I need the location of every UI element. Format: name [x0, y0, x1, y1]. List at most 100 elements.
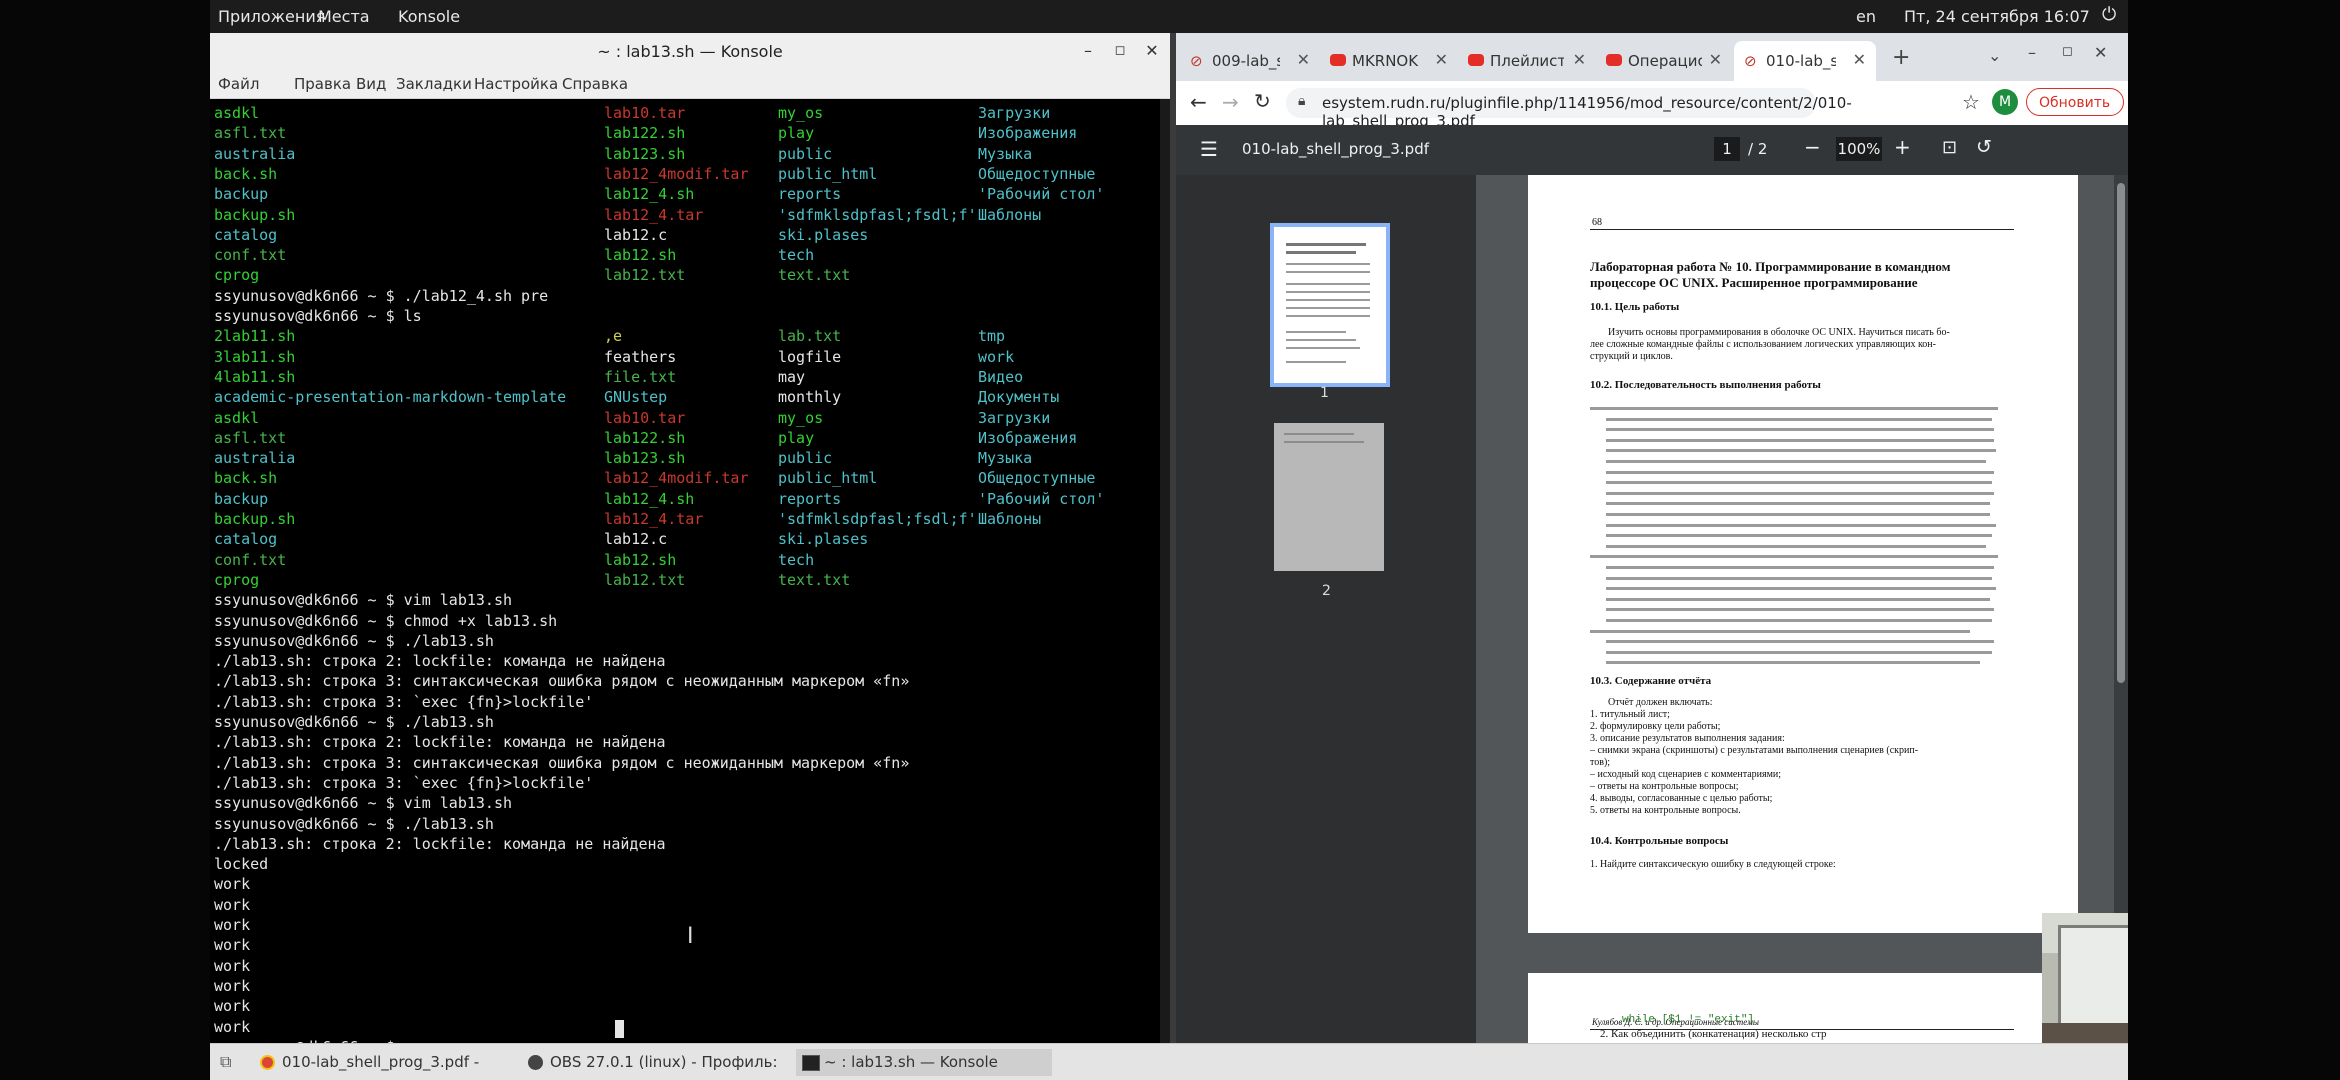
chrome-window: ⊘ 009-lab_sh ✕ MKRNOK - ✕ Плейлисты ✕ Оп… [1176, 33, 2128, 1073]
terminal-text: lab12.sh [604, 550, 677, 569]
tab-009-lab[interactable]: ⊘ 009-lab_sh ✕ [1180, 41, 1320, 81]
terminal-text: work [214, 956, 251, 975]
tab-search-icon[interactable]: ⌄ [1988, 46, 2001, 65]
thumbnail-page-1[interactable] [1270, 223, 1390, 387]
report-item: – исходный код сценариев с комментариями… [1590, 769, 1782, 780]
terminal-text: tech [778, 246, 815, 265]
text-line-placeholder [1606, 460, 1986, 463]
terminal-text: lab12_4.sh [604, 489, 695, 508]
menu-view[interactable]: Вид [356, 75, 386, 93]
menu-edit[interactable]: Правка [294, 75, 351, 93]
page-number-input[interactable]: 1 [1714, 137, 1740, 161]
task-konsole-active[interactable]: ~ : lab13.sh — Konsole [796, 1049, 1052, 1076]
tab-close-icon[interactable]: ✕ [1853, 50, 1866, 69]
konsole-menubar: Файл Правка Вид Закладки Настройка Справ… [210, 70, 1170, 99]
menu-settings[interactable]: Настройка [474, 75, 558, 93]
rotate-icon[interactable]: ↺ [1976, 136, 1992, 158]
terminal-text: work [214, 997, 251, 1016]
terminal-text: Общедоступные [978, 469, 1096, 488]
update-button[interactable]: Обновить ⋮ [2026, 88, 2124, 139]
lock-icon[interactable]: 🔒︎ [1298, 93, 1305, 109]
power-icon[interactable]: ⏻ [2102, 4, 2116, 25]
tab-youtube-1[interactable]: MKRNOK - ✕ [1320, 41, 1458, 81]
reload-icon[interactable]: ↻ [1254, 89, 1271, 113]
terminal-text: ssyunusov@dk6n66 ~ $ ./lab13.sh [214, 814, 494, 833]
text-line-placeholder [1606, 619, 1992, 622]
terminal-line: catalog lab12.c ski.plases [214, 225, 1154, 245]
menu-file[interactable]: Файл [218, 75, 259, 93]
tab-close-icon[interactable]: ✕ [1709, 50, 1722, 69]
task-chrome[interactable]: 010-lab_shell_prog_3.pdf - Goog... [256, 1049, 514, 1076]
terminal-line: ./lab13.sh: строка 2: lockfile: команда … [214, 834, 1154, 854]
terminal-line: ssyunusov@dk6n66 ~ $ vim lab13.sh [214, 793, 1154, 813]
thumbnail-page-2[interactable] [1274, 423, 1384, 571]
terminal-scrollbar[interactable] [1160, 99, 1170, 1043]
close-icon[interactable]: ✕ [2094, 43, 2107, 62]
tab-close-icon[interactable]: ✕ [1435, 50, 1448, 69]
new-tab-icon[interactable]: + [1892, 45, 1910, 70]
bookmark-star-icon[interactable]: ☆ [1962, 90, 1980, 114]
address-bar[interactable]: 🔒︎ esystem.rudn.ru/pluginfile.php/114195… [1286, 88, 1852, 130]
profile-avatar[interactable]: M [1992, 89, 2018, 115]
tab-close-icon[interactable]: ✕ [1297, 50, 1310, 69]
terminal-line: asfl.txt lab122.sh play Изображения [214, 123, 1154, 143]
text-line-placeholder [1606, 534, 1992, 538]
terminal-line: ssyunusov@dk6n66 ~ $ chmod +x lab13.sh [214, 611, 1154, 631]
text-line-placeholder [1606, 438, 1994, 442]
zoom-out-icon[interactable]: − [1804, 135, 1821, 159]
taskbar: ⧉ 010-lab_shell_prog_3.pdf - Goog... OBS… [210, 1043, 2128, 1080]
tab-youtube-3[interactable]: Операцион ✕ [1596, 41, 1732, 81]
places-menu[interactable]: Места [318, 7, 370, 26]
zoom-in-icon[interactable]: + [1894, 135, 1911, 159]
close-icon[interactable]: ✕ [1140, 39, 1164, 63]
sidebar-menu-icon[interactable]: ☰ [1200, 137, 1218, 161]
terminal-text: lab12.txt [604, 570, 686, 589]
terminal-text: tmp [978, 327, 1006, 346]
terminal-text: ski.plases [778, 530, 869, 549]
terminal-text: ssyunusov@dk6n66 ~ $ ./lab12_4.sh pre [214, 286, 549, 305]
pdf-viewer[interactable]: 1 2 68 Лабораторная работа № 10. Програм… [1176, 175, 2128, 1073]
tab-label: MKRNOK - [1352, 52, 1422, 70]
task-obs[interactable]: OBS 27.0.1 (linux) - Профиль: Без... [524, 1049, 786, 1076]
terminal-text: backup.sh [214, 510, 296, 528]
terminal-line: 2lab11.sh ,e lab.txt tmp [214, 326, 1154, 346]
minimize-icon[interactable]: – [2028, 43, 2036, 62]
terminal-line: ssyunusov@dk6n66 ~ $ ./lab13.sh [214, 631, 1154, 651]
tab-close-icon[interactable]: ✕ [1573, 50, 1586, 69]
terminal-text: ssyunusov@dk6n66 ~ $ vim lab13.sh [214, 794, 513, 813]
terminal-line: ./lab13.sh: строка 2: lockfile: команда … [214, 651, 1154, 671]
terminal-text: backup [214, 489, 269, 508]
konsole-titlebar[interactable]: ~ : lab13.sh — Konsole – ◻ ✕ [210, 33, 1170, 70]
forward-icon[interactable]: → [1222, 90, 1239, 114]
text-line: лее сложные командные файлы с использова… [1590, 339, 1936, 350]
back-icon[interactable]: ← [1190, 90, 1207, 114]
fit-page-icon[interactable]: ⊡ [1942, 137, 1957, 158]
terminal-output[interactable]: asdkl lab10.tar my_os Загрузки asfl.txt lab12… [210, 99, 1160, 1043]
zoom-input[interactable]: 100% [1836, 137, 1882, 161]
terminal-line: work [214, 935, 1154, 955]
text-line-placeholder [1590, 629, 1970, 633]
maximize-icon[interactable]: ◻ [1108, 39, 1132, 63]
terminal-line: work [214, 915, 1154, 935]
show-desktop-icon[interactable]: ⧉ [220, 1052, 231, 1072]
active-app-name[interactable]: Konsole [398, 7, 460, 26]
maximize-icon[interactable]: ◻ [2062, 44, 2073, 59]
minimize-icon[interactable]: – [1076, 39, 1100, 63]
pdf-scroll-thumb[interactable] [2117, 183, 2125, 683]
terminal-line: work [214, 956, 1154, 976]
terminal-text: lab12.txt [604, 266, 686, 285]
tab-010-lab-active[interactable]: ⊘ 010-lab_sh ✕ [1734, 41, 1876, 81]
keyboard-layout[interactable]: en [1856, 7, 1876, 26]
terminal-line: australia lab123.sh public Музыка [214, 448, 1154, 468]
menu-help[interactable]: Справка [562, 75, 628, 93]
menu-bookmarks[interactable]: Закладки [396, 75, 472, 93]
tab-youtube-2[interactable]: Плейлисты ✕ [1458, 41, 1596, 81]
text-line: 2. Как объединить (конкатенация) несколь… [1600, 1028, 1827, 1040]
terminal-text: my_os [778, 104, 824, 122]
terminal-line: 4lab11.sh file.txt may Видео [214, 367, 1154, 387]
terminal-line: ./lab13.sh: строка 3: синтаксическая оши… [214, 753, 1154, 773]
applications-menu[interactable]: Приложения [218, 7, 325, 26]
clock[interactable]: Пт, 24 сентября 16:07 [1904, 7, 2090, 26]
terminal-text: locked [214, 855, 269, 874]
terminal-text: public_html [778, 164, 878, 183]
